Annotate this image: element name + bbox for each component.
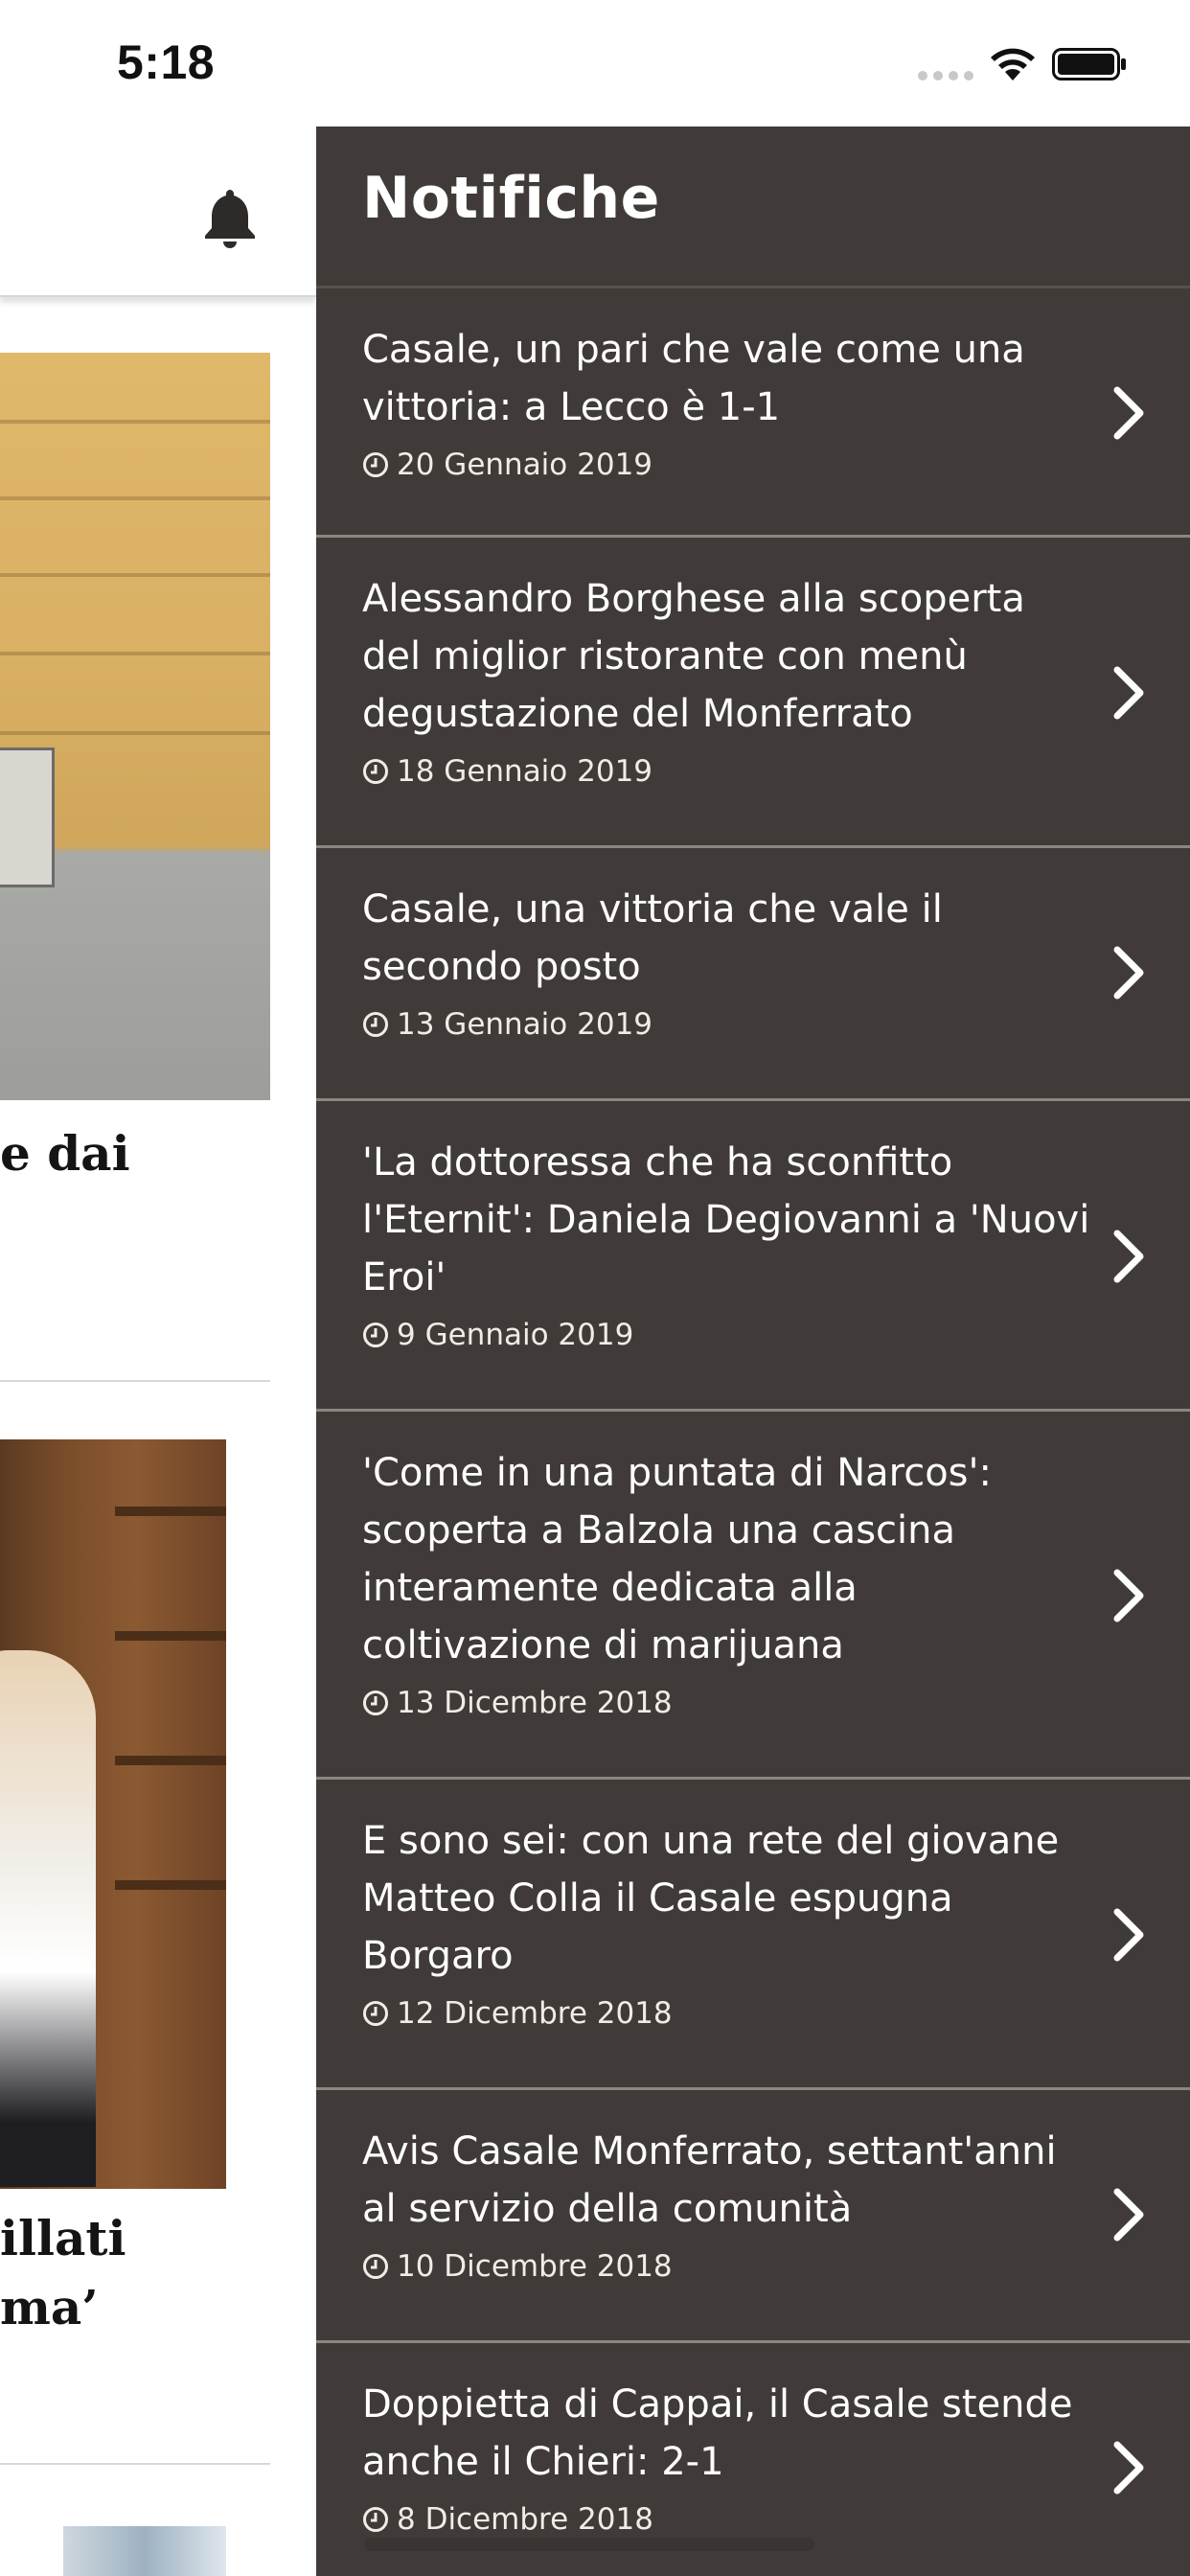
bell-icon[interactable] [201,186,259,249]
signal-icon [918,71,973,80]
notification-date-row: 20 Gennaio 2019 [362,448,1094,482]
article-image[interactable] [63,2526,226,2576]
chevron-right-icon [1113,1908,1144,1962]
chevron-right-icon [1113,2441,1144,2495]
battery-icon [1052,48,1126,80]
clock-icon [363,2001,388,2026]
notification-item[interactable]: Alessandro Borghese alla scoperta del mi… [316,538,1190,848]
notification-title: Doppietta di Cappai, il Casale stende an… [362,2382,1073,2484]
notification-date: 8 Dicembre 2018 [397,2502,653,2537]
article-image[interactable] [0,1439,226,2189]
notification-date: 18 Gennaio 2019 [397,754,653,789]
notification-date: 20 Gennaio 2019 [397,448,653,482]
clock-icon [363,1690,388,1715]
notification-date: 13 Dicembre 2018 [397,1686,673,1720]
notification-date: 9 Gennaio 2019 [397,1318,634,1352]
notification-title: Avis Casale Monferrato, settant'anni al … [362,2129,1057,2231]
notification-item[interactable]: Casale, un pari che vale come una vittor… [316,288,1190,538]
headline-line: ma’ [0,2279,99,2335]
background-news-feed: e dai illati ma’ [0,126,316,2576]
notification-title: 'La dottoressa che ha sconfitto l'Eterni… [362,1140,1090,1300]
status-bar: 5:18 [0,0,1190,126]
app-header [0,126,316,297]
notification-date-row: 13 Dicembre 2018 [362,1686,1094,1720]
notification-item[interactable]: 'La dottoressa che ha sconfitto l'Eterni… [316,1101,1190,1412]
notification-date: 13 Gennaio 2019 [397,1007,653,1042]
drawer-title: Notifiche [362,165,660,232]
notification-list: Casale, un pari che vale come una vittor… [316,288,1190,2576]
clock-icon [363,2507,388,2532]
chevron-right-icon [1113,946,1144,1000]
chevron-right-icon [1113,1569,1144,1622]
notification-title: Casale, un pari che vale come una vittor… [362,328,1025,429]
notification-item[interactable]: E sono sei: con una rete del giovane Mat… [316,1780,1190,2090]
article-headline[interactable]: illati ma’ [0,2204,126,2342]
home-indicator[interactable] [364,2538,814,2551]
notification-date: 10 Dicembre 2018 [397,2249,673,2284]
notification-item[interactable]: Casale, una vittoria che vale il secondo… [316,848,1190,1101]
notification-date-row: 8 Dicembre 2018 [362,2502,1094,2537]
notification-date-row: 12 Dicembre 2018 [362,1996,1094,2031]
headline-line: illati [0,2210,126,2266]
notifications-drawer: Notifiche Casale, un pari che vale come … [316,126,1190,2576]
notification-item[interactable]: 'Come in una puntata di Narcos': scopert… [316,1412,1190,1780]
notification-date-row: 9 Gennaio 2019 [362,1318,1094,1352]
headline-line: e dai [0,1125,130,1182]
chevron-right-icon [1113,666,1144,720]
chevron-right-icon [1113,386,1144,440]
divider [0,1380,270,1382]
notification-date-row: 18 Gennaio 2019 [362,754,1094,789]
wifi-icon [991,48,1035,80]
notification-title: Alessandro Borghese alla scoperta del mi… [362,577,1025,736]
clock-icon [363,2254,388,2279]
notification-date-row: 10 Dicembre 2018 [362,2249,1094,2284]
status-time: 5:18 [117,35,216,89]
chevron-right-icon [1113,1230,1144,1283]
clock-icon [363,1322,388,1347]
notification-title: 'Come in una puntata di Narcos': scopert… [362,1451,992,1668]
divider [0,2463,270,2465]
drawer-header: Notifiche [316,126,1190,288]
notification-title: Casale, una vittoria che vale il secondo… [362,887,943,989]
notification-date: 12 Dicembre 2018 [397,1996,673,2031]
clock-icon [363,452,388,477]
chevron-right-icon [1113,2188,1144,2242]
notification-item[interactable]: Avis Casale Monferrato, settant'anni al … [316,2090,1190,2343]
clock-icon [363,759,388,784]
clock-icon [363,1012,388,1037]
article-image[interactable] [0,353,270,1100]
notification-date-row: 13 Gennaio 2019 [362,1007,1094,1042]
article-headline[interactable]: e dai [0,1119,130,1188]
notification-title: E sono sei: con una rete del giovane Mat… [362,1819,1060,1978]
